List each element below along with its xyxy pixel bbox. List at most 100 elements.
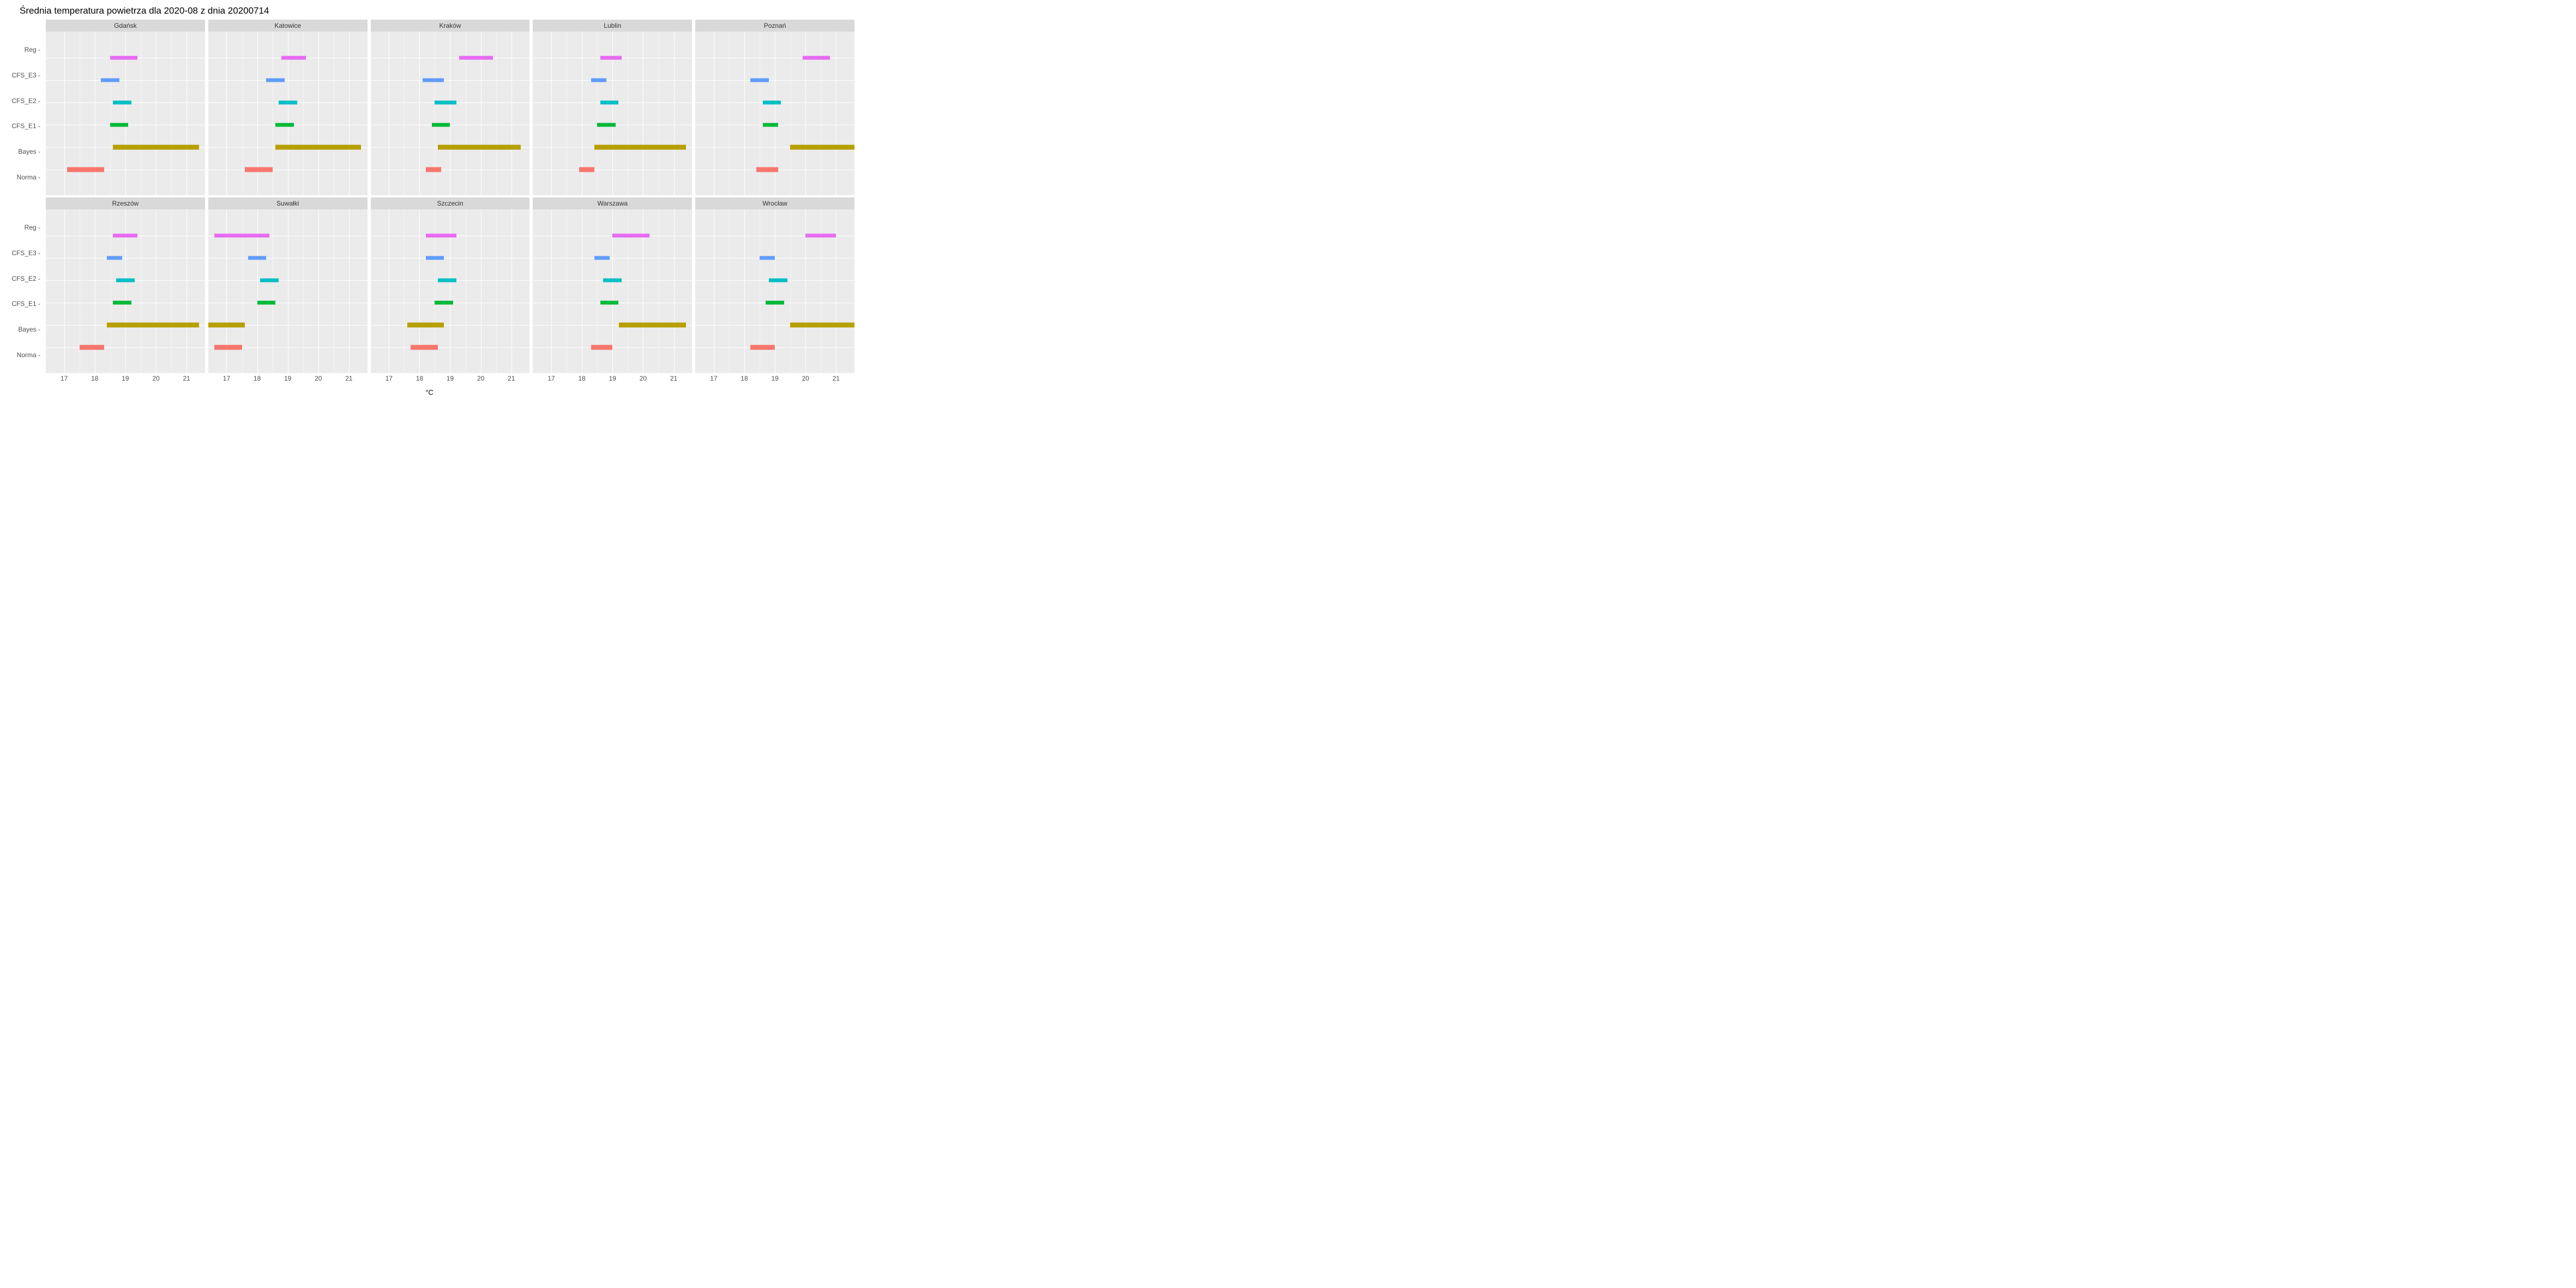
range-bar bbox=[594, 145, 686, 149]
facet-panel: Lublin bbox=[533, 20, 692, 195]
range-bar bbox=[600, 56, 622, 59]
x-tick-label: 17 bbox=[223, 375, 230, 382]
range-bar bbox=[619, 322, 686, 327]
range-bar bbox=[426, 256, 444, 260]
x-tick-label: 18 bbox=[416, 375, 423, 382]
plot-area bbox=[208, 32, 368, 195]
x-tick-label: 21 bbox=[670, 375, 677, 382]
range-bar bbox=[113, 100, 131, 104]
y-tick-label: CFS_E2 - bbox=[4, 275, 40, 282]
x-tick-label: 18 bbox=[91, 375, 98, 382]
range-bar bbox=[407, 322, 444, 327]
plot-area bbox=[533, 209, 692, 373]
x-tick-label: 17 bbox=[386, 375, 393, 382]
x-axis: 17 18 19 20 21 bbox=[695, 373, 854, 387]
x-tick-label: 17 bbox=[710, 375, 717, 382]
range-bar bbox=[591, 78, 606, 82]
x-tick-label: 20 bbox=[315, 375, 322, 382]
x-tick-label: 20 bbox=[477, 375, 484, 382]
x-tick-label: 18 bbox=[254, 375, 261, 382]
range-bar bbox=[432, 123, 450, 127]
range-bar bbox=[423, 78, 444, 82]
facet-panel: Warszawa1718192021 bbox=[533, 197, 692, 387]
range-bar bbox=[769, 278, 787, 282]
x-tick-label: 21 bbox=[833, 375, 840, 382]
range-bar bbox=[597, 123, 616, 127]
x-axis: 1718192021 bbox=[533, 373, 692, 387]
range-bar bbox=[435, 300, 453, 304]
range-bar bbox=[438, 278, 456, 282]
range-bar bbox=[101, 78, 119, 82]
x-tick-label: 19 bbox=[122, 375, 129, 382]
x-tick-label: 18 bbox=[741, 375, 748, 382]
range-bar bbox=[281, 56, 306, 59]
range-bar bbox=[459, 56, 493, 59]
facet-panel: Kraków bbox=[371, 20, 530, 195]
y-tick-label: CFS_E3 - bbox=[4, 71, 40, 79]
range-bar bbox=[750, 78, 769, 82]
range-bar bbox=[110, 123, 129, 127]
range-bar bbox=[214, 233, 269, 237]
plot-area bbox=[208, 209, 368, 373]
range-bar bbox=[803, 56, 830, 59]
range-bar bbox=[766, 300, 784, 304]
y-axis: Reg -CFS_E3 -CFS_E2 -CFS_E1 -Bayes -Norm… bbox=[4, 20, 43, 195]
x-tick-label: 18 bbox=[578, 375, 585, 382]
facet-strip-label: Kraków bbox=[371, 20, 530, 32]
x-tick-label: 21 bbox=[183, 375, 190, 382]
facet-strip-label: Lublin bbox=[533, 20, 692, 32]
range-bar bbox=[603, 278, 622, 282]
range-bar bbox=[116, 278, 135, 282]
y-tick-label: Norma - bbox=[4, 351, 40, 359]
facet-strip-label: Gdańsk bbox=[46, 20, 205, 32]
facet-panel: Szczecin1718192021 bbox=[371, 197, 530, 387]
plot-area bbox=[371, 32, 530, 195]
chart-title: Średnia temperatura powietrza dla 2020-0… bbox=[20, 5, 854, 16]
range-bar bbox=[426, 233, 456, 237]
range-bar bbox=[612, 233, 649, 237]
range-bar bbox=[594, 256, 610, 260]
range-bar bbox=[113, 300, 131, 304]
y-tick-label: Norma - bbox=[4, 173, 40, 181]
x-tick-label: 20 bbox=[802, 375, 809, 382]
y-tick-label: CFS_E1 - bbox=[4, 300, 40, 308]
plot-area bbox=[46, 209, 205, 373]
range-bar bbox=[591, 345, 612, 350]
range-bar bbox=[248, 256, 267, 260]
range-bar bbox=[411, 345, 438, 350]
range-bar bbox=[113, 233, 137, 237]
plot-area bbox=[695, 209, 854, 373]
range-bar bbox=[600, 300, 619, 304]
range-bar bbox=[245, 167, 273, 172]
facet-strip-label: Wrocław bbox=[695, 197, 854, 209]
range-bar bbox=[790, 145, 854, 149]
facet-panel: Katowice bbox=[208, 20, 368, 195]
x-tick-label: 19 bbox=[284, 375, 291, 382]
facet-panel: Rzeszów1718192021 bbox=[46, 197, 205, 387]
chart-container: Średnia temperatura powietrza dla 2020-0… bbox=[0, 0, 859, 401]
range-bar bbox=[790, 322, 854, 327]
facet-grid: Reg -CFS_E3 -CFS_E2 -CFS_E1 -Bayes -Norm… bbox=[4, 20, 854, 387]
facet-strip-label: Katowice bbox=[208, 20, 368, 32]
range-bar bbox=[279, 100, 297, 104]
range-bar bbox=[760, 256, 775, 260]
plot-area bbox=[371, 209, 530, 373]
range-bar bbox=[80, 345, 104, 350]
y-tick-label: CFS_E3 - bbox=[4, 249, 40, 257]
range-bar bbox=[257, 300, 276, 304]
plot-area bbox=[533, 32, 692, 195]
facet-panel: Suwałki1718192021 bbox=[208, 197, 368, 387]
y-tick-label: CFS_E2 - bbox=[4, 97, 40, 105]
plot-area bbox=[695, 32, 854, 195]
x-axis: 1718192021 bbox=[208, 373, 368, 387]
x-axis: 1718192021 bbox=[371, 373, 530, 387]
x-tick-label: 19 bbox=[771, 375, 778, 382]
range-bar bbox=[579, 167, 594, 172]
x-axis-title: °C bbox=[4, 388, 854, 396]
facet-panel: Wrocław 17 18 19 20 21 bbox=[695, 197, 854, 387]
y-tick-label: Reg - bbox=[4, 224, 40, 231]
range-bar bbox=[600, 100, 619, 104]
y-tick-label: CFS_E1 - bbox=[4, 122, 40, 130]
x-tick-label: 17 bbox=[61, 375, 68, 382]
range-bar bbox=[275, 123, 294, 127]
